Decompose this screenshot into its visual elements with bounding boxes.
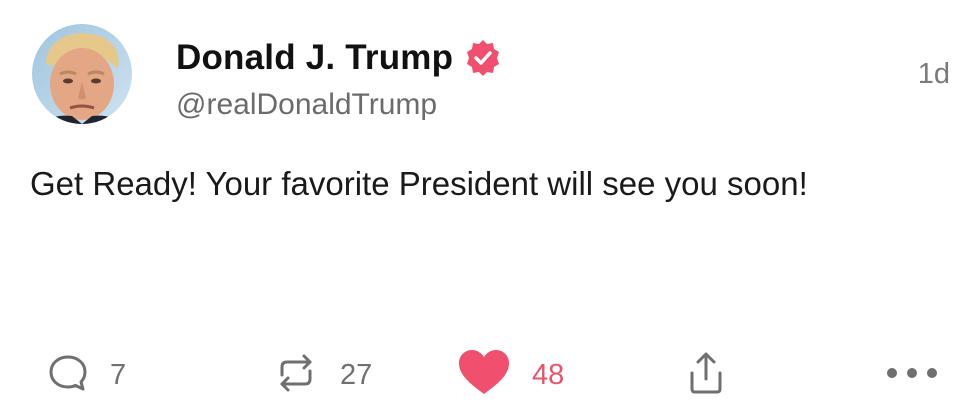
author-handle[interactable]: @realDonaldTrump	[176, 88, 437, 122]
like-button[interactable]: 48	[456, 340, 564, 410]
repost-arrows-icon	[272, 351, 320, 400]
post-card[interactable]: Donald J. Trump @realDonaldTrump 1d Get …	[0, 0, 980, 418]
post-body-text: Get Ready! Your favorite President will …	[30, 165, 808, 202]
repost-count: 27	[340, 358, 373, 391]
post-timestamp[interactable]: 1d	[918, 58, 950, 91]
more-options-button[interactable]	[884, 340, 940, 410]
reply-button[interactable]: 7	[46, 340, 126, 410]
avatar[interactable]	[32, 24, 132, 124]
heart-icon	[456, 348, 512, 403]
avatar-portrait-image	[32, 24, 132, 124]
ellipsis-icon	[884, 363, 940, 388]
post-actions-bar: 7 27 48	[0, 340, 980, 410]
repost-button[interactable]: 27	[272, 340, 372, 410]
share-upload-icon	[684, 349, 728, 402]
author-row: Donald J. Trump	[176, 34, 503, 82]
like-count: 48	[532, 358, 565, 391]
author-display-name[interactable]: Donald J. Trump	[176, 38, 453, 78]
speech-bubble-icon	[46, 351, 90, 400]
share-button[interactable]	[684, 340, 728, 410]
verified-badge-icon	[463, 38, 503, 78]
reply-count: 7	[110, 358, 127, 391]
